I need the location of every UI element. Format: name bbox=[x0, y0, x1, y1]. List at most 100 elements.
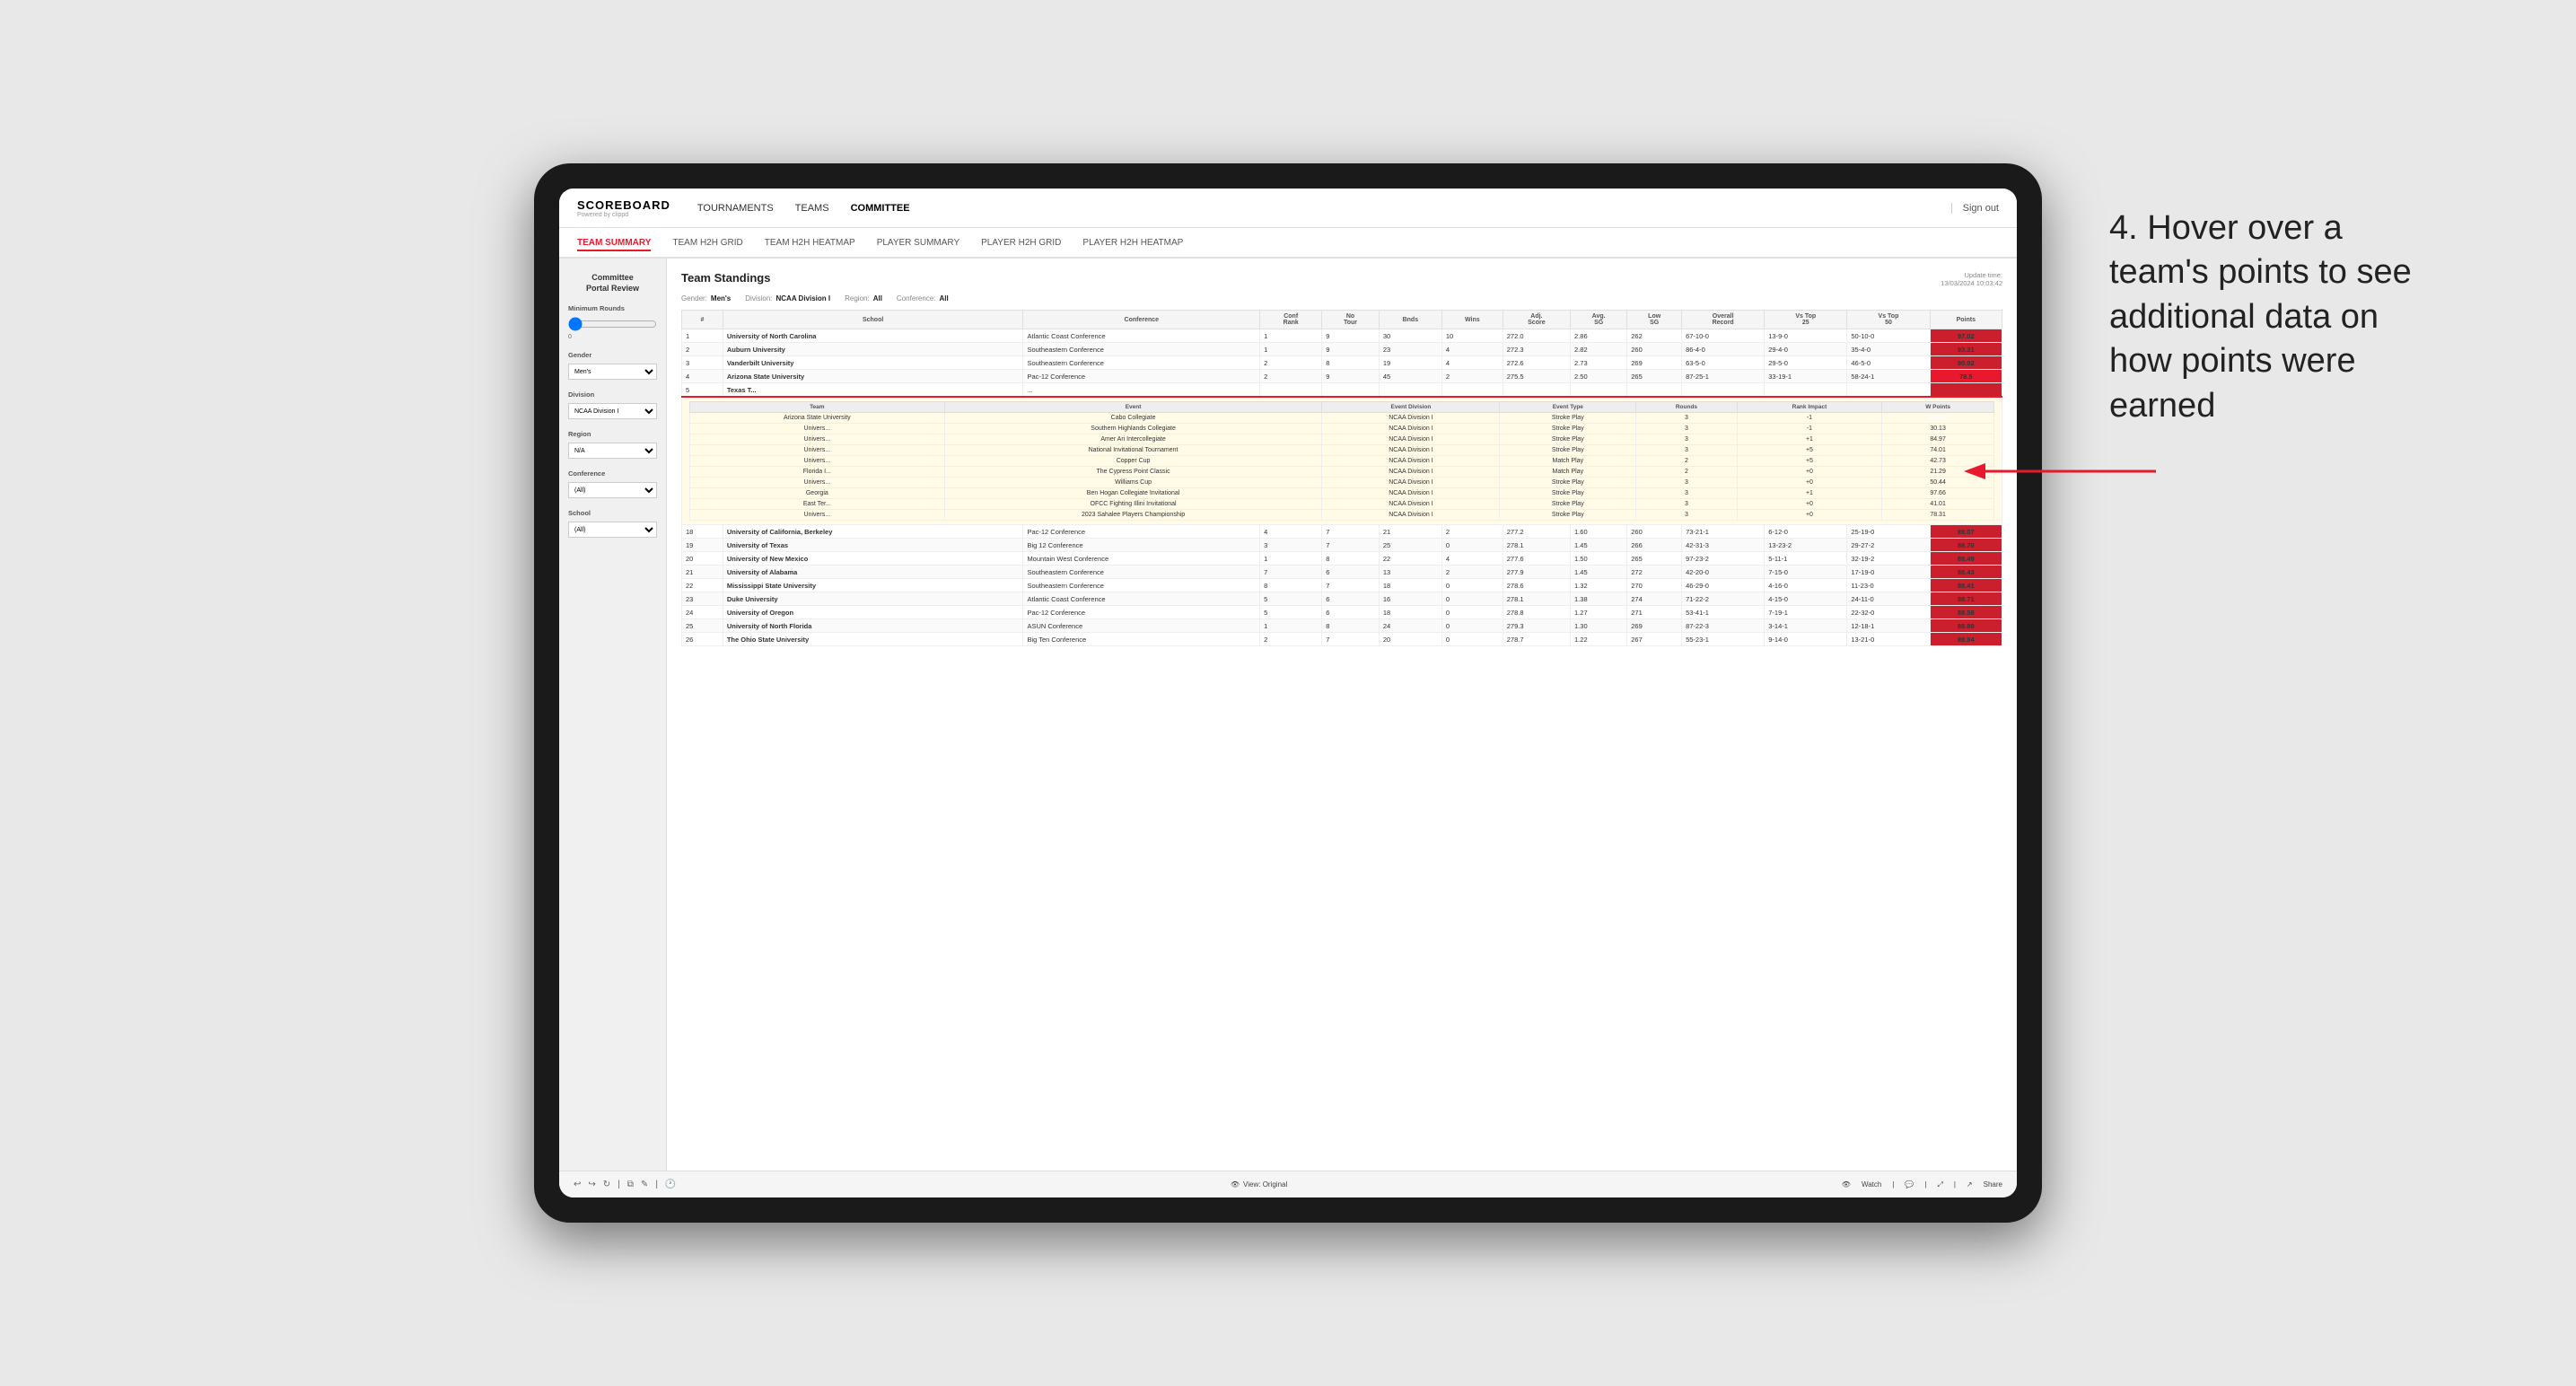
school-select[interactable]: (All) bbox=[568, 522, 657, 538]
table-header-row: Team Standings Update time:13/03/2024 10… bbox=[681, 271, 2002, 287]
watch-icon: 👁 bbox=[1842, 1180, 1851, 1189]
filter-conference-value: All bbox=[940, 294, 949, 303]
annotation-arrow bbox=[1976, 458, 2156, 485]
col-bnds: Bnds bbox=[1379, 311, 1441, 329]
filter-school: School (All) bbox=[568, 509, 657, 538]
view-icon: 👁 bbox=[1231, 1180, 1240, 1189]
table-row[interactable]: 21University of Alabama Southeastern Con… bbox=[682, 566, 2002, 579]
table-row[interactable]: 3 Vanderbilt University Southeastern Con… bbox=[682, 356, 2002, 370]
filter-gender-value: Men's bbox=[711, 294, 731, 303]
table-title: Team Standings bbox=[681, 271, 770, 285]
list-item: GeorgiaBen Hogan Collegiate Invitational… bbox=[690, 488, 1994, 499]
toolbar-sep5: | bbox=[1954, 1180, 1956, 1189]
comment-icon[interactable]: 💬 bbox=[1905, 1180, 1914, 1189]
col-vs25: Vs Top25 bbox=[1765, 311, 1847, 329]
toolbar-right: 👁 Watch | 💬 | ⤢ | ↗ Share bbox=[1842, 1180, 2002, 1189]
navbar: SCOREBOARD Powered by clippd TOURNAMENTS… bbox=[559, 189, 2017, 228]
right-panel: Team Standings Update time:13/03/2024 10… bbox=[667, 259, 2017, 1171]
table-row[interactable]: 19University of Texas Big 12 Conference3… bbox=[682, 539, 2002, 552]
edit-icon[interactable]: ✎ bbox=[641, 1180, 648, 1189]
table-row[interactable]: 25University of North Florida ASUN Confe… bbox=[682, 619, 2002, 633]
list-item: Univers...Amer Ari IntercollegiateNCAA D… bbox=[690, 434, 1994, 445]
toolbar-center: 👁 View: Original bbox=[1231, 1180, 1287, 1189]
sign-out-button[interactable]: Sign out bbox=[1951, 203, 1999, 214]
table-row[interactable]: 1 University of North Carolina Atlantic … bbox=[682, 329, 2002, 343]
col-tours: NoTour bbox=[1322, 311, 1380, 329]
list-item: Univers...Copper CupNCAA Division IMatch… bbox=[690, 456, 1994, 467]
col-conf-rank: ConfRank bbox=[1260, 311, 1322, 329]
clock-icon[interactable]: 🕐 bbox=[665, 1180, 676, 1189]
main-content: CommitteePortal Review Minimum Rounds 0 … bbox=[559, 259, 2017, 1171]
min-rounds-slider[interactable] bbox=[568, 317, 657, 331]
table-row[interactable]: 24University of Oregon Pac-12 Conference… bbox=[682, 606, 2002, 619]
col-adj-score: Adj.Score bbox=[1503, 311, 1570, 329]
filter-row: Gender: Men's Division: NCAA Division I … bbox=[681, 294, 2002, 303]
col-wins: Wins bbox=[1441, 311, 1503, 329]
subnav-team-summary[interactable]: TEAM SUMMARY bbox=[577, 236, 651, 251]
conference-select[interactable]: (All) bbox=[568, 482, 657, 498]
table-row-highlighted[interactable]: 4 Arizona State University Pac-12 Confer… bbox=[682, 370, 2002, 383]
nav-committee[interactable]: COMMITTEE bbox=[851, 201, 910, 215]
toolbar-sep3: | bbox=[1892, 1180, 1894, 1189]
col-vs50: Vs Top50 bbox=[1847, 311, 1930, 329]
list-item: East Ter...OFCC Fighting Illini Invitati… bbox=[690, 499, 1994, 510]
subnav-player-summary[interactable]: PLAYER SUMMARY bbox=[877, 236, 959, 250]
toolbar-sep4: | bbox=[1924, 1180, 1926, 1189]
annotation-text: 4. Hover over a team's points to see add… bbox=[2109, 206, 2414, 428]
filter-division: Division NCAA Division I NCAA Division I… bbox=[568, 390, 657, 419]
nav-tournaments[interactable]: TOURNAMENTS bbox=[697, 201, 774, 215]
table-row[interactable]: 20University of New Mexico Mountain West… bbox=[682, 552, 2002, 566]
list-item: Univers...National Invitational Tourname… bbox=[690, 445, 1994, 456]
standings-table: # School Conference ConfRank NoTour Bnds… bbox=[681, 310, 2002, 646]
table-row[interactable]: 2 Auburn University Southeastern Confere… bbox=[682, 343, 2002, 356]
subnav-team-h2h-grid[interactable]: TEAM H2H GRID bbox=[672, 236, 742, 250]
separator: | bbox=[618, 1180, 620, 1189]
division-select[interactable]: NCAA Division I NCAA Division II bbox=[568, 403, 657, 419]
col-avg-sg: Avg.SG bbox=[1571, 311, 1627, 329]
list-item: Univers...Williams CupNCAA Division IStr… bbox=[690, 478, 1994, 488]
undo-icon[interactable]: ↩ bbox=[574, 1180, 581, 1189]
filter-gender: Gender Men's Women's bbox=[568, 351, 657, 380]
redo-icon[interactable]: ↪ bbox=[588, 1180, 595, 1189]
panel-title: CommitteePortal Review bbox=[568, 273, 657, 294]
left-panel: CommitteePortal Review Minimum Rounds 0 … bbox=[559, 259, 667, 1171]
expanded-row: Team Event Event Division Event Type Rou… bbox=[682, 397, 2002, 525]
table-row[interactable]: 23Duke University Atlantic Coast Confere… bbox=[682, 592, 2002, 606]
share-icon: ↗ bbox=[1967, 1180, 1973, 1189]
region-select[interactable]: N/A All bbox=[568, 443, 657, 459]
subnav: TEAM SUMMARY TEAM H2H GRID TEAM H2H HEAT… bbox=[559, 228, 2017, 259]
watch-button[interactable]: Watch bbox=[1862, 1180, 1881, 1189]
share-button[interactable]: Share bbox=[1984, 1180, 2002, 1189]
bottom-toolbar: ↩ ↪ ↻ | ⧉ ✎ | 🕐 👁 View: Original 👁 Watch… bbox=[559, 1171, 2017, 1197]
logo-subtitle: Powered by clippd bbox=[577, 212, 670, 218]
col-points: Points bbox=[1930, 311, 2002, 329]
table-row[interactable]: 18University of California, Berkeley Pac… bbox=[682, 525, 2002, 539]
table-row[interactable]: 26The Ohio State University Big Ten Conf… bbox=[682, 633, 2002, 646]
logo-block: SCOREBOARD Powered by clippd bbox=[577, 198, 670, 218]
col-conference: Conference bbox=[1023, 311, 1260, 329]
table-row[interactable]: 5 Texas T... ... bbox=[682, 383, 2002, 398]
filter-region: Region N/A All bbox=[568, 430, 657, 459]
logo-title: SCOREBOARD bbox=[577, 198, 670, 212]
expanded-inner-table: Team Event Event Division Event Type Rou… bbox=[689, 401, 1994, 521]
tablet-frame: SCOREBOARD Powered by clippd TOURNAMENTS… bbox=[534, 163, 2042, 1223]
view-label[interactable]: View: Original bbox=[1243, 1180, 1287, 1189]
update-time: Update time:13/03/2024 10:03:42 bbox=[1941, 271, 2002, 287]
table-row[interactable]: 22Mississippi State University Southeast… bbox=[682, 579, 2002, 592]
subnav-player-h2h-grid[interactable]: PLAYER H2H GRID bbox=[981, 236, 1061, 250]
nav-links: TOURNAMENTS TEAMS COMMITTEE bbox=[697, 201, 1951, 215]
subnav-player-h2h-heatmap[interactable]: PLAYER H2H HEATMAP bbox=[1082, 236, 1183, 250]
refresh-icon[interactable]: ↻ bbox=[603, 1180, 610, 1189]
list-item: Univers...2023 Sahalee Players Champions… bbox=[690, 510, 1994, 521]
filter-region-value: All bbox=[873, 294, 882, 303]
col-school: School bbox=[723, 311, 1023, 329]
list-item: Arizona State UniversityCabo CollegiateN… bbox=[690, 413, 1994, 424]
subnav-team-h2h-heatmap[interactable]: TEAM H2H HEATMAP bbox=[765, 236, 855, 250]
filter-division-value: NCAA Division I bbox=[776, 294, 831, 303]
gender-select[interactable]: Men's Women's bbox=[568, 364, 657, 380]
separator2: | bbox=[655, 1180, 658, 1189]
nav-teams[interactable]: TEAMS bbox=[795, 201, 829, 215]
copy-icon[interactable]: ⧉ bbox=[627, 1180, 634, 1189]
filter-min-rounds: Minimum Rounds 0 bbox=[568, 304, 657, 340]
expand-icon[interactable]: ⤢ bbox=[1937, 1180, 1942, 1189]
